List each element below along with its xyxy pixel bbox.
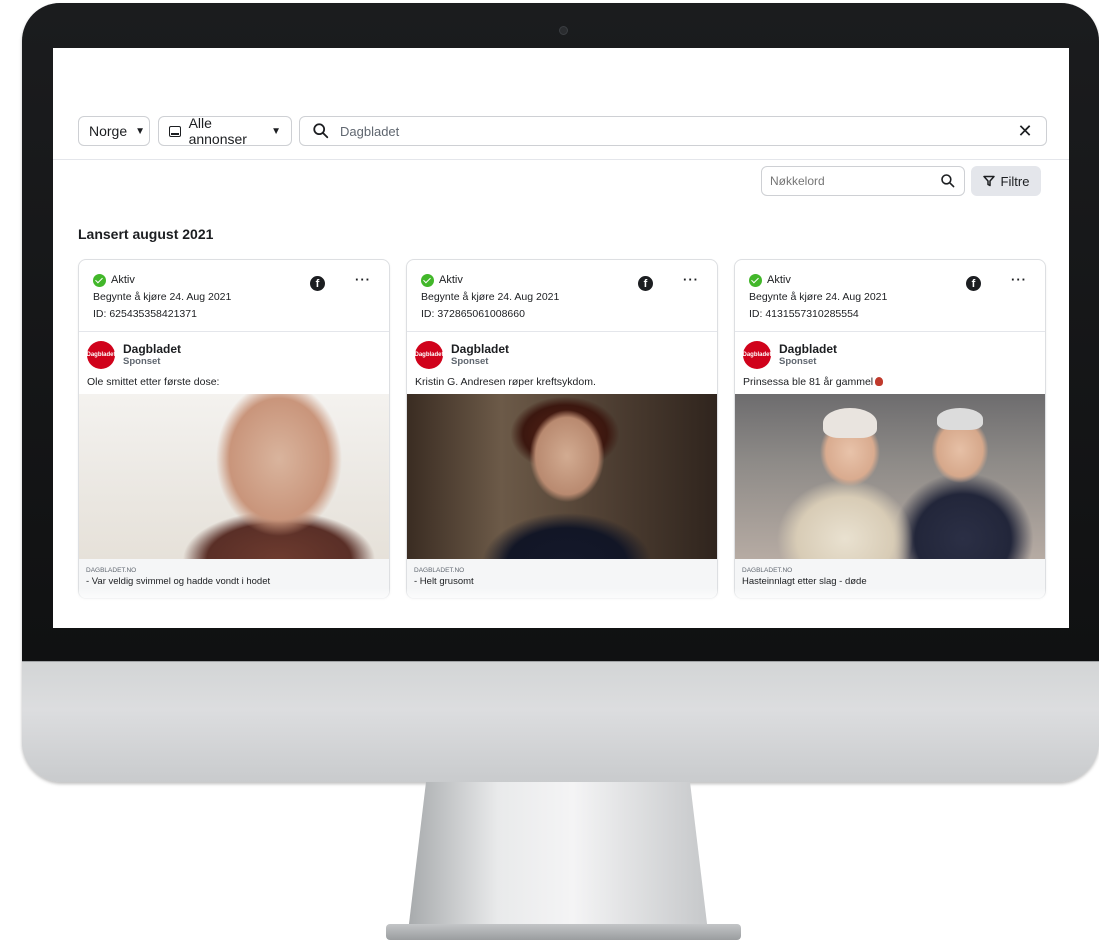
ad-body-label: Prinsessa ble 81 år gammel — [743, 376, 874, 388]
facebook-icon: f — [966, 276, 981, 291]
search-box[interactable]: ✕ — [299, 116, 1047, 146]
link-headline: Hasteinnlagt etter slag - døde — [742, 576, 867, 587]
sponsored-label: Sponset — [123, 355, 161, 367]
more-options-icon[interactable]: ··· — [355, 272, 371, 287]
advertiser-name[interactable]: Dagbladet — [779, 342, 837, 356]
search-icon[interactable] — [940, 173, 956, 189]
sponsored-label: Sponset — [779, 355, 817, 367]
advertiser-logo[interactable]: Dagbladet — [415, 340, 444, 369]
sponsored-label: Sponset — [451, 355, 489, 367]
ad-card-header: Aktiv Begynte å kjøre 24. Aug 2021 ID: 6… — [79, 260, 389, 332]
camera-icon — [559, 26, 568, 35]
advertiser-name[interactable]: Dagbladet — [451, 342, 509, 356]
keyword-input[interactable] — [770, 174, 940, 188]
check-circle-icon — [93, 273, 106, 287]
status-label: Aktiv — [767, 274, 791, 286]
ad-image[interactable] — [79, 394, 389, 559]
search-input[interactable] — [340, 123, 1016, 139]
status-badge: Aktiv — [749, 273, 1045, 287]
link-domain: DAGBLADET.NO — [86, 567, 137, 574]
caret-down-icon: ▼ — [271, 125, 281, 137]
advertiser-logo[interactable]: Dagbladet — [87, 340, 116, 369]
ad-card: Aktiv Begynte å kjøre 24. Aug 2021 ID: 3… — [406, 259, 718, 599]
ad-body-text: Kristin G. Andresen røper kreftsykdom. — [415, 376, 596, 388]
rose-icon — [875, 377, 884, 386]
advertiser-row: Dagbladet Dagbladet Sponset — [735, 332, 1045, 369]
ad-id: ID: 372865061008660 — [421, 308, 525, 320]
status-badge: Aktiv — [421, 273, 717, 287]
caret-down-icon: ▼ — [135, 125, 146, 137]
ad-body-text: Ole smittet etter første dose: — [87, 376, 220, 388]
ad-type-dropdown[interactable]: Alle annonser ▼ — [158, 115, 292, 147]
filters-label: Filtre — [1000, 173, 1030, 189]
country-label: Norge — [89, 123, 128, 139]
scroll-fade — [53, 588, 1069, 628]
more-options-icon[interactable]: ··· — [1011, 272, 1027, 287]
country-dropdown[interactable]: Norge ▼ — [78, 116, 150, 146]
advertiser-name[interactable]: Dagbladet — [123, 342, 181, 356]
link-headline: - Helt grusomt — [414, 576, 474, 587]
ad-type-label: Alle annonser — [188, 115, 247, 147]
keyword-search[interactable] — [761, 166, 965, 196]
ad-id: ID: 625435358421371 — [93, 308, 197, 320]
image-detail — [823, 408, 877, 438]
monitor-stand — [408, 782, 708, 932]
ad-image[interactable] — [407, 394, 717, 559]
ad-image[interactable] — [735, 394, 1045, 559]
search-icon — [313, 123, 329, 139]
ad-card: Aktiv Begynte å kjøre 24. Aug 2021 ID: 6… — [78, 259, 390, 599]
filters-button[interactable]: Filtre — [971, 166, 1041, 196]
start-date: Begynte å kjøre 24. Aug 2021 — [421, 291, 560, 303]
ad-card-header: Aktiv Begynte å kjøre 24. Aug 2021 ID: 4… — [735, 260, 1045, 332]
link-domain: DAGBLADET.NO — [414, 567, 465, 574]
more-options-icon[interactable]: ··· — [683, 272, 699, 287]
link-domain: DAGBLADET.NO — [742, 567, 793, 574]
section-title: Lansert august 2021 — [78, 226, 214, 242]
filter-icon — [982, 175, 995, 187]
monitor-stand-base — [386, 924, 741, 940]
check-circle-icon — [421, 273, 434, 287]
image-detail — [937, 408, 983, 430]
check-circle-icon — [749, 273, 762, 287]
ad-id: ID: 4131557310285554 — [749, 308, 859, 320]
ad-body-text: Prinsessa ble 81 år gammel — [735, 368, 1045, 394]
start-date: Begynte å kjøre 24. Aug 2021 — [749, 291, 888, 303]
status-badge: Aktiv — [93, 273, 389, 287]
status-label: Aktiv — [439, 274, 463, 286]
advertiser-logo[interactable]: Dagbladet — [743, 340, 772, 369]
facebook-icon: f — [310, 276, 325, 291]
facebook-icon: f — [638, 276, 653, 291]
clear-search-icon[interactable]: ✕ — [1016, 121, 1034, 142]
start-date: Begynte å kjøre 24. Aug 2021 — [93, 291, 232, 303]
ad-card-header: Aktiv Begynte å kjøre 24. Aug 2021 ID: 3… — [407, 260, 717, 332]
monitor-chin — [22, 661, 1099, 782]
advertiser-row: Dagbladet Dagbladet Sponset — [79, 332, 389, 369]
status-label: Aktiv — [111, 274, 135, 286]
top-search-bar: Norge ▼ Alle annonser ▼ ✕ — [53, 48, 1069, 160]
link-headline: - Var veldig svimmel og hadde vondt i ho… — [86, 576, 271, 587]
tablet-icon — [169, 125, 181, 137]
screen: Norge ▼ Alle annonser ▼ ✕ Filtre Lan — [53, 48, 1069, 628]
ad-card: Aktiv Begynte å kjøre 24. Aug 2021 ID: 4… — [734, 259, 1046, 599]
advertiser-row: Dagbladet Dagbladet Sponset — [407, 332, 717, 369]
